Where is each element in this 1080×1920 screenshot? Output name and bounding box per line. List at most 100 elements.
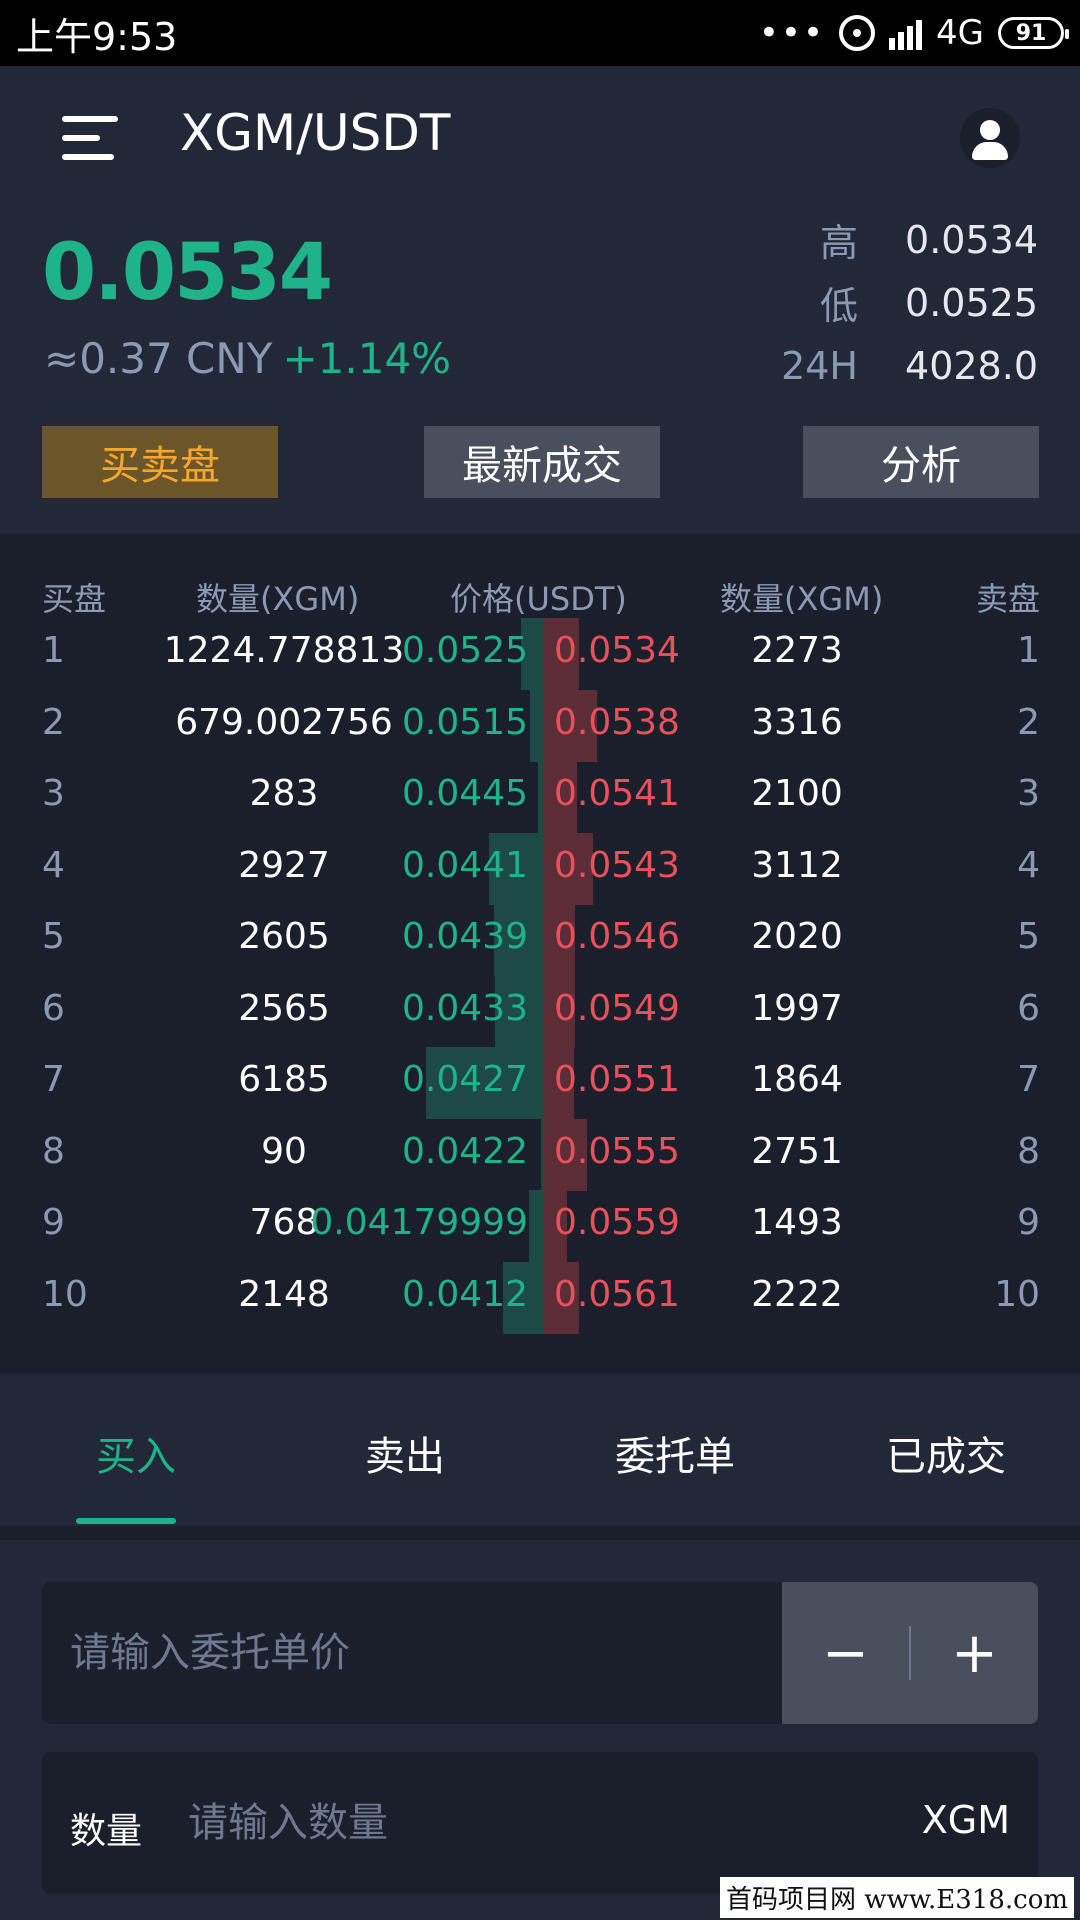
order-book-row[interactable]: 8 90 0.0422 0.0555 2751 8 — [0, 1118, 1080, 1191]
stat-volume-value: 4028.0 — [905, 343, 1038, 388]
bid-price: 0.0441 — [402, 844, 528, 886]
order-book: 买盘 数量(XGM) 价格(USDT) 数量(XGM) 卖盘 1 1224.778… — [0, 534, 1080, 1374]
bid-index: 6 — [42, 987, 65, 1029]
ask-quantity: 1493 — [751, 1202, 843, 1243]
bid-price: 0.0433 — [402, 987, 528, 1029]
header-ask: 卖盘 — [975, 580, 1040, 618]
status-bar: 上午9:53 ••• 4G 91 — [0, 0, 1080, 66]
bid-index: 5 — [42, 916, 65, 957]
bid-quantity: 283 — [249, 773, 319, 814]
ask-price: 0.0551 — [554, 1059, 680, 1100]
bid-index: 9 — [42, 1202, 65, 1243]
price-input-group: − + — [42, 1582, 1038, 1724]
tab-buy[interactable]: 买入 — [36, 1424, 236, 1482]
bid-depth-bar — [528, 1190, 543, 1262]
tab-filled[interactable]: 已成交 — [846, 1424, 1046, 1482]
tab-latest-trades[interactable]: 最新成交 — [424, 426, 660, 498]
price-input[interactable] — [42, 1582, 782, 1724]
ask-quantity: 2222 — [751, 1273, 843, 1315]
stat-low-label: 低 — [819, 284, 858, 328]
network-type: 4G — [936, 13, 984, 53]
bid-index: 2 — [42, 701, 65, 743]
order-book-row[interactable]: 9 768 0.04179999 0.0559 1493 9 — [0, 1190, 1080, 1262]
ask-price: 0.0534 — [554, 630, 680, 671]
price-sub: ≈0.37 CNY +1.14% — [44, 334, 451, 383]
ask-price: 0.0546 — [554, 916, 680, 957]
ask-price: 0.0559 — [554, 1202, 680, 1243]
bid-quantity: 2927 — [238, 844, 330, 886]
header-ask-qty: 数量(XGM) — [720, 580, 884, 618]
ask-quantity: 2751 — [751, 1130, 843, 1172]
ask-index: 5 — [1017, 916, 1040, 957]
last-price: 0.0534 — [42, 228, 333, 318]
header-price: 价格(USDT) — [450, 580, 627, 618]
order-book-row[interactable]: 3 283 0.0445 0.0541 2100 3 — [0, 761, 1080, 833]
tab-sell[interactable]: 卖出 — [305, 1424, 505, 1482]
tab-depth[interactable]: 买卖盘 — [42, 426, 278, 498]
stat-low: 低 0.0525 — [758, 271, 1038, 334]
ask-price: 0.0541 — [554, 773, 680, 814]
tab-orders[interactable]: 委托单 — [575, 1424, 775, 1482]
bid-price: 0.0439 — [402, 916, 528, 957]
avatar[interactable] — [960, 108, 1020, 168]
ask-quantity: 1997 — [751, 987, 843, 1029]
increase-button[interactable]: + — [911, 1582, 1038, 1724]
bid-index: 8 — [42, 1130, 65, 1172]
ask-index: 3 — [1017, 773, 1040, 814]
price-stepper: − + — [782, 1582, 1038, 1724]
bid-quantity: 679.002756 — [175, 701, 393, 743]
ask-index: 2 — [1017, 701, 1040, 743]
bid-quantity: 2565 — [238, 987, 330, 1029]
quantity-label: 数量 — [70, 1811, 143, 1852]
bid-price: 0.0422 — [402, 1130, 528, 1172]
ask-quantity: 2273 — [751, 630, 843, 671]
ask-quantity: 1864 — [751, 1059, 843, 1100]
ask-index: 4 — [1017, 844, 1040, 886]
quantity-input-group: 数量 XGM — [42, 1752, 1038, 1894]
ticker-stats: 高 0.0534 低 0.0525 24H 4028.0 — [758, 208, 1038, 397]
watermark: 首码项目网 www.E318.com — [720, 1877, 1074, 1918]
ask-quantity: 3112 — [751, 844, 843, 886]
bid-index: 4 — [42, 844, 65, 886]
status-time: 上午9:53 — [16, 14, 178, 59]
bid-price: 0.04179999 — [310, 1202, 528, 1243]
bid-price: 0.0412 — [402, 1273, 528, 1315]
stat-volume: 24H 4028.0 — [758, 334, 1038, 397]
menu-icon[interactable] — [62, 112, 120, 164]
ask-quantity: 3316 — [751, 701, 843, 743]
order-book-row[interactable]: 4 2927 0.0441 0.0543 3112 4 — [0, 832, 1080, 905]
section-divider — [0, 1526, 1080, 1540]
bid-quantity: 90 — [261, 1130, 307, 1172]
bid-price: 0.0525 — [402, 630, 528, 671]
stat-high: 高 0.0534 — [758, 208, 1038, 271]
bid-quantity: 1224.778813 — [163, 630, 405, 671]
ask-index: 8 — [1017, 1130, 1040, 1172]
decrease-button[interactable]: − — [782, 1582, 909, 1724]
ask-quantity: 2100 — [751, 773, 843, 814]
order-book-row[interactable]: 6 2565 0.0433 0.0549 1997 6 — [0, 975, 1080, 1048]
cny-price: ≈0.37 CNY — [44, 334, 273, 383]
order-book-row[interactable]: 10 2148 0.0412 0.0561 2222 10 — [0, 1261, 1080, 1334]
header-bid: 买盘 — [42, 580, 107, 618]
bid-index: 1 — [42, 630, 65, 671]
ask-quantity: 2020 — [751, 916, 843, 957]
signal-icon — [889, 16, 923, 50]
ask-price: 0.0561 — [554, 1273, 680, 1315]
order-book-row[interactable]: 2 679.002756 0.0515 0.0538 3316 2 — [0, 689, 1080, 762]
more-dots-icon: ••• — [758, 13, 826, 53]
quantity-input[interactable] — [178, 1752, 798, 1894]
ask-index: 10 — [994, 1273, 1040, 1315]
stat-high-value: 0.0534 — [905, 217, 1038, 262]
bid-index: 10 — [42, 1273, 88, 1315]
order-book-row[interactable]: 5 2605 0.0439 0.0546 2020 5 — [0, 904, 1080, 976]
bid-index: 7 — [42, 1059, 65, 1100]
bid-depth-bar — [530, 689, 543, 762]
status-icons: ••• 4G 91 — [758, 13, 1069, 53]
order-book-row[interactable]: 7 6185 0.0427 0.0551 1864 7 — [0, 1047, 1080, 1119]
tab-analysis[interactable]: 分析 — [803, 426, 1039, 498]
trade-tabs: 买入 卖出 委托单 已成交 — [0, 1374, 1080, 1526]
order-book-row[interactable]: 1 1224.778813 0.0525 0.0534 2273 1 — [0, 618, 1080, 690]
ask-price: 0.0549 — [554, 987, 680, 1029]
pair-title: XGM/USDT — [180, 104, 451, 162]
ask-price: 0.0543 — [554, 844, 680, 886]
